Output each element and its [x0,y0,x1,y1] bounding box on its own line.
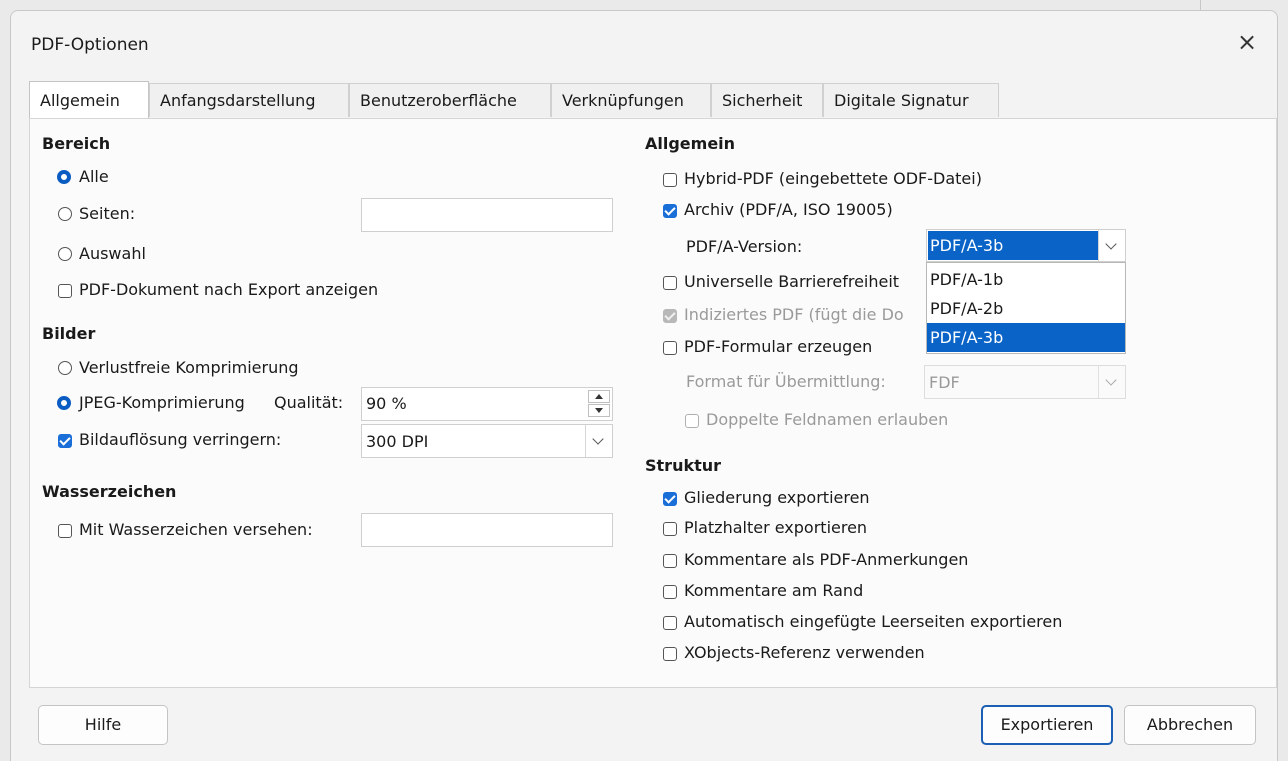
label-comments-margin: Kommentare am Rand [684,581,864,600]
checkbox-outline[interactable] [663,492,677,506]
checkbox-xobjects[interactable] [663,647,677,661]
checkbox-comments-margin[interactable] [663,585,677,599]
quality-value: 90 % [366,394,407,413]
quality-spinbox[interactable]: 90 % [361,387,613,421]
pdfa-selected-value: PDF/A-3b [928,231,1098,260]
tab-verknuepfungen[interactable]: Verknüpfungen [551,83,711,117]
chevron-down-icon [1105,238,1117,250]
radio-seiten[interactable] [58,207,72,221]
pdfa-version-listbox[interactable]: PDF/A-1b PDF/A-2b PDF/A-3b [926,262,1126,354]
label-comments-pdf: Kommentare als PDF-Anmerkungen [684,550,969,569]
label-hybrid: Hybrid-PDF (eingebettete ODF-Datei) [684,169,982,188]
label-lossless: Verlustfreie Komprimierung [79,358,299,377]
label-alle: Alle [79,167,109,186]
label-seiten: Seiten: [79,204,136,223]
label-archiv: Archiv (PDF/A, ISO 19005) [684,200,893,219]
submit-format-select[interactable]: FDF [924,365,1126,399]
checkbox-watermark[interactable] [58,524,72,538]
export-button[interactable]: Exportieren [981,705,1113,745]
label-blank-pages: Automatisch eingefügte Leerseiten export… [684,612,1063,631]
checkbox-placeholders[interactable] [663,522,677,536]
help-button[interactable]: Hilfe [38,705,168,745]
submit-format-value: FDF [929,373,960,392]
pdfa-option-1b[interactable]: PDF/A-1b [927,265,1125,294]
label-watermark: Mit Wasserzeichen versehen: [79,520,313,539]
radio-lossless[interactable] [58,361,72,375]
section-heading-allgemein: Allgemein [645,134,736,153]
radio-auswahl[interactable] [58,247,72,261]
dpi-select[interactable]: 300 DPI [361,424,613,458]
tab-sicherheit[interactable]: Sicherheit [711,83,823,117]
label-duplicate-field-names: Doppelte Feldnamen erlauben [706,410,949,429]
dpi-value: 300 DPI [366,432,429,451]
checkbox-reduce-resolution[interactable] [58,434,72,448]
close-icon[interactable]: × [1235,30,1259,55]
label-outline: Gliederung exportieren [684,488,870,507]
chevron-down-icon [592,433,604,445]
label-submit-format: Format für Übermittlung: [686,372,886,391]
checkbox-blank-pages[interactable] [663,616,677,630]
section-heading-bereich: Bereich [42,134,111,153]
tab-benutzeroberflaeche[interactable]: Benutzeroberfläche [349,83,551,117]
background-window-edge [1200,0,1201,10]
checkbox-universal-accessibility[interactable] [663,276,677,290]
label-xobjects: XObjects-Referenz verwenden [684,643,925,662]
label-placeholders: Platzhalter exportieren [684,518,868,537]
tab-digitale-signatur[interactable]: Digitale Signatur [823,83,999,117]
label-reduce-resolution: Bildauflösung verringern: [79,430,282,449]
label-auswahl: Auswahl [79,244,146,263]
checkbox-hybrid[interactable] [663,173,677,187]
arrow-up-icon [595,394,603,399]
pdfa-option-2b[interactable]: PDF/A-2b [927,294,1125,323]
watermark-input[interactable] [361,513,613,547]
checkbox-duplicate-field-names[interactable] [685,414,699,428]
label-pdfa-version: PDF/A-Version: [686,237,803,256]
checkbox-indexed-pdf[interactable] [663,309,677,323]
tab-allgemein[interactable]: Allgemein [29,81,149,118]
spin-up-button[interactable] [588,390,610,403]
section-heading-bilder: Bilder [42,324,96,343]
radio-jpeg[interactable] [57,396,71,410]
label-show-pdf: PDF-Dokument nach Export anzeigen [79,280,379,299]
pdfa-dropdown-button[interactable] [1098,230,1125,261]
section-heading-struktur: Struktur [645,456,722,475]
label-pdf-form: PDF-Formular erzeugen [684,337,873,356]
section-heading-wasserzeichen: Wasserzeichen [42,482,177,501]
dialog-title: PDF-Optionen [31,35,149,55]
spin-down-button[interactable] [588,404,610,417]
arrow-down-icon [595,408,603,413]
cancel-button[interactable]: Abbrechen [1124,705,1256,745]
checkbox-show-pdf[interactable] [58,284,72,298]
chevron-down-icon [1105,374,1117,386]
submit-format-dropdown-button[interactable] [1098,366,1125,398]
checkbox-comments-pdf[interactable] [663,554,677,568]
seiten-input[interactable] [361,198,613,232]
label-jpeg: JPEG-Komprimierung [79,393,245,412]
label-indexed-pdf: Indiziertes PDF (fügt die Do [684,305,904,324]
radio-alle[interactable] [57,170,71,184]
checkbox-pdf-form[interactable] [663,341,677,355]
label-universal-accessibility: Universelle Barrierefreiheit [684,272,900,291]
quality-stepper[interactable] [588,390,610,418]
pdfa-version-select[interactable]: PDF/A-3b [926,229,1126,262]
pdfa-option-3b[interactable]: PDF/A-3b [927,323,1125,352]
label-quality: Qualität: [274,393,344,412]
dpi-dropdown-button[interactable] [585,425,612,457]
checkbox-archiv[interactable] [663,204,677,218]
tab-anfangsdarstellung[interactable]: Anfangsdarstellung [149,83,349,117]
